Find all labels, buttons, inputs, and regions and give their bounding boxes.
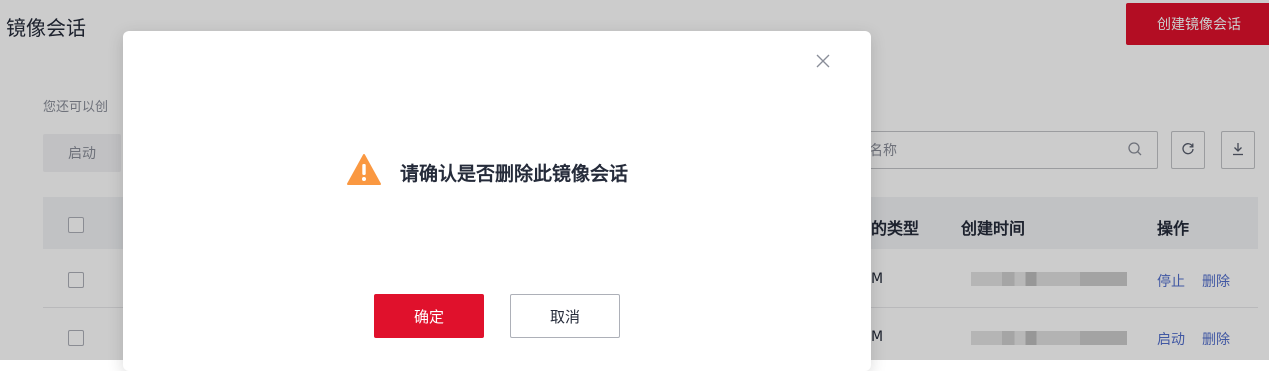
dialog-message: 请确认是否删除此镜像会话 [400, 163, 629, 185]
confirm-button[interactable]: 确定 [374, 294, 484, 338]
close-icon[interactable] [815, 53, 831, 69]
warning-icon [346, 153, 382, 191]
confirm-delete-dialog: 请确认是否删除此镜像会话 确定 取消 [123, 31, 871, 371]
cancel-button[interactable]: 取消 [510, 294, 620, 338]
